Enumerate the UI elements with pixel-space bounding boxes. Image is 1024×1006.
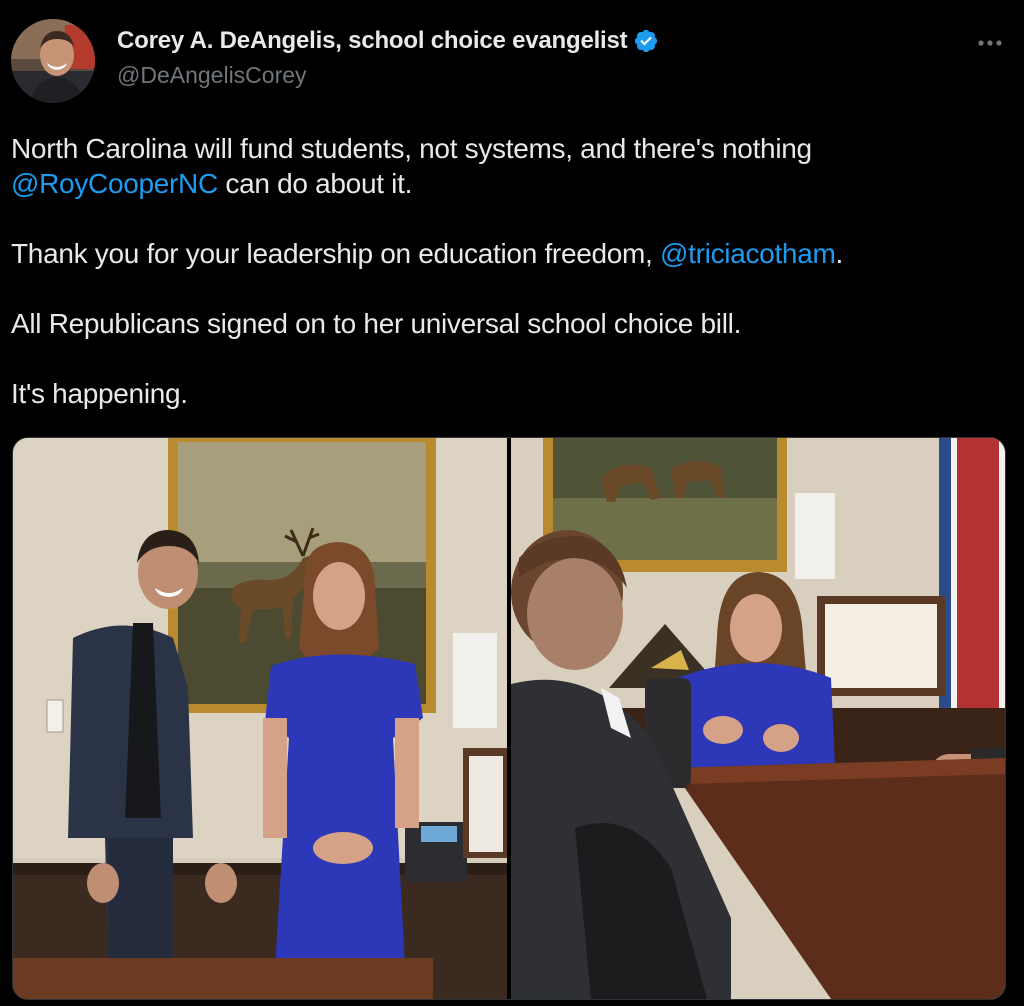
tweet-text: North Carolina will fund students, not s… [11, 131, 1001, 411]
author-handle[interactable]: @DeAngelisCorey [117, 62, 307, 89]
mention-link-roycoopernc[interactable]: @RoyCooperNC [11, 168, 218, 199]
tweet-paragraph: All Republicans signed on to her univers… [11, 308, 742, 339]
photo-standing-office-icon [13, 438, 507, 999]
avatar-photo-icon [11, 19, 95, 103]
mention-link-triciacotham[interactable]: @triciacotham [660, 238, 836, 269]
tweet-text-span: can do about it. [217, 168, 413, 199]
tweet-paragraph: Thank you for your leadership on educati… [11, 236, 1001, 271]
photo-meeting-table-icon [511, 438, 1005, 999]
more-options-button[interactable] [970, 30, 1010, 56]
media-photo-left[interactable] [13, 438, 507, 999]
media-grid [12, 437, 1006, 1000]
tweet-text-span: North Carolina will fund students, not s… [11, 133, 812, 164]
author-display-name[interactable]: Corey A. DeAngelis, school choice evange… [117, 27, 628, 55]
tweet-paragraph: North Carolina will fund students, not s… [11, 131, 1001, 201]
tweet-text-span: Thank you for your leadership on educati… [11, 238, 661, 269]
tweet-paragraph: It's happening. [11, 378, 188, 409]
tweet-text-span: . [835, 238, 844, 269]
author-avatar[interactable] [11, 19, 95, 103]
more-horizontal-icon [978, 40, 1002, 46]
media-photo-right[interactable] [511, 438, 1005, 999]
author-name-row[interactable]: Corey A. DeAngelis, school choice evange… [117, 27, 659, 55]
tweet: Corey A. DeAngelis, school choice evange… [0, 0, 1024, 1006]
verified-badge-icon [633, 28, 659, 54]
